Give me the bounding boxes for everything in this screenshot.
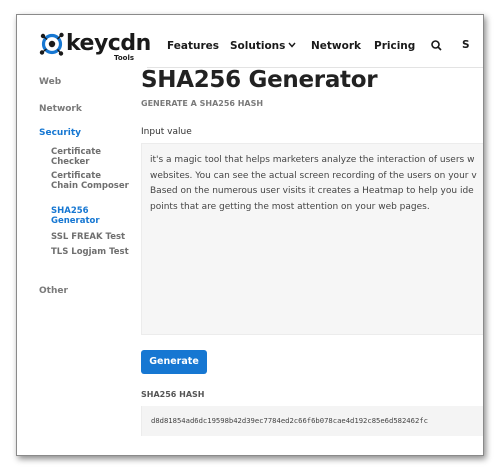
hash-output-field[interactable]: d8d81854ad6dc19598b42d39ec7784ed2c66f6b0… — [141, 406, 483, 436]
sidebar-item-network[interactable]: Network — [39, 104, 82, 115]
nav-pricing[interactable]: Pricing — [374, 39, 415, 53]
keycdn-logo-icon — [39, 32, 64, 56]
sidebar-item-sha256-generator[interactable]: SHA256 Generator — [51, 206, 131, 226]
nav-network[interactable]: Network — [311, 39, 361, 53]
nav-item-truncated[interactable]: S — [462, 39, 470, 51]
sidebar-item-security[interactable]: Security — [39, 128, 81, 139]
site-header: keycdn Tools Features Solutions Network … — [17, 15, 483, 69]
sidebar-item-tls-logjam-test[interactable]: TLS Logjam Test — [51, 247, 131, 257]
page-subtitle: GENERATE A SHA256 HASH — [141, 99, 264, 108]
logo-text: keycdn — [66, 31, 151, 56]
chevron-down-icon — [288, 42, 296, 48]
input-value-label: Input value — [141, 127, 192, 137]
logo-subtext: Tools — [114, 54, 135, 62]
search-icon[interactable] — [431, 40, 442, 51]
sidebar-item-web[interactable]: Web — [39, 77, 61, 88]
nav-features[interactable]: Features — [167, 39, 219, 53]
sidebar-item-other[interactable]: Other — [39, 286, 68, 297]
keycdn-logo[interactable]: keycdn Tools — [39, 31, 155, 63]
browser-frame: keycdn Tools Features Solutions Network … — [16, 14, 484, 456]
hash-output-label: SHA256 HASH — [141, 390, 205, 399]
sidebar-item-certificate-checker[interactable]: Certificate Checker — [51, 147, 131, 167]
generate-button[interactable]: Generate — [141, 350, 207, 374]
nav-solutions-label: Solutions — [230, 40, 286, 52]
sidebar-item-certificate-chain-composer[interactable]: Certificate Chain Composer — [51, 171, 131, 191]
sidebar-item-ssl-freak-test[interactable]: SSL FREAK Test — [51, 232, 131, 242]
nav-solutions[interactable]: Solutions — [230, 39, 296, 53]
page-title: SHA256 Generator — [141, 67, 378, 93]
input-value-textarea[interactable]: it's a magic tool that helps marketers a… — [141, 143, 483, 335]
